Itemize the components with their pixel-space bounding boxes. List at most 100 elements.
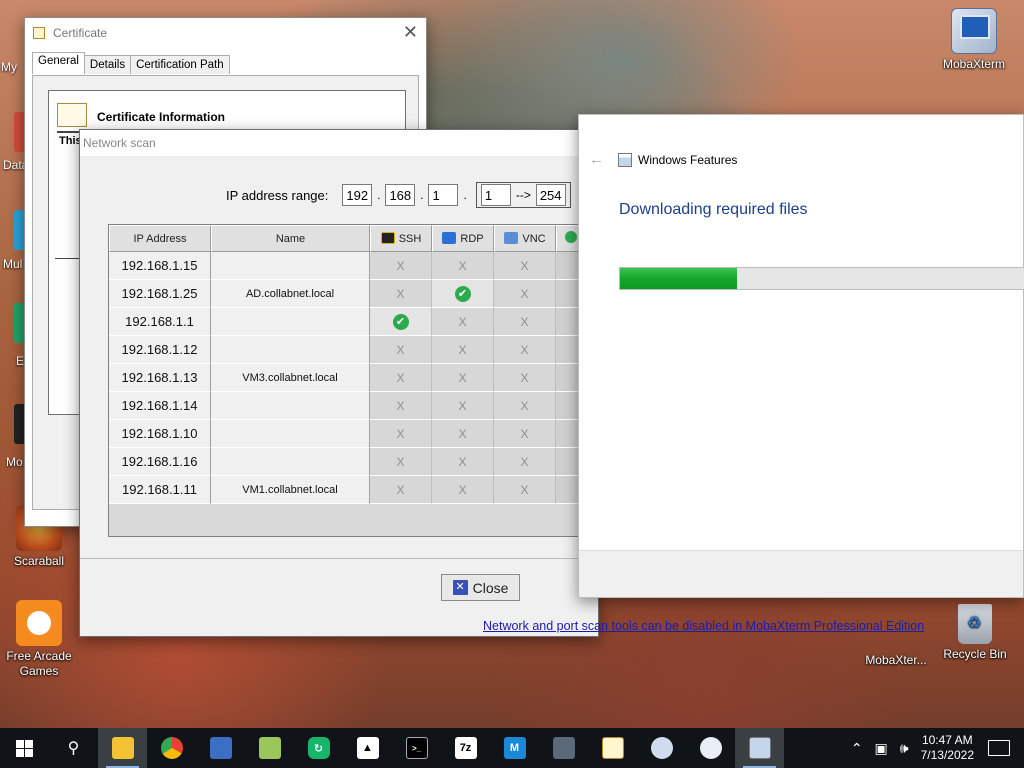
taskbar-terminal[interactable]: >_ bbox=[392, 728, 441, 768]
hostname-cell bbox=[211, 252, 370, 280]
taskbar-windows-features[interactable] bbox=[735, 728, 784, 768]
network-scan-titlebar[interactable]: Network scan bbox=[80, 130, 598, 156]
tab-details[interactable]: Details bbox=[83, 55, 132, 74]
hostname-cell bbox=[211, 392, 370, 420]
table-row[interactable]: 192.168.1.13 VM3.collabnet.local X X X bbox=[109, 364, 586, 392]
window-title: Certificate bbox=[53, 26, 108, 40]
taskbar-sync-app[interactable]: ↻ bbox=[294, 728, 343, 768]
scan-results-table: IP Address Name SSH RDP VNC 192.168.1.15… bbox=[108, 224, 608, 537]
ssh-status-cell: X bbox=[370, 420, 432, 448]
clock-date: 7/13/2022 bbox=[920, 748, 974, 762]
ip-range-start-input[interactable]: 1 bbox=[480, 184, 511, 206]
desktop-icon-recycle-bin[interactable]: ♻ Recycle Bin bbox=[937, 604, 1013, 662]
mobaxterm-icon bbox=[951, 8, 997, 54]
start-button[interactable] bbox=[0, 728, 49, 768]
ssh-status-cell: X bbox=[370, 252, 432, 280]
taskbar-7zip[interactable]: 7z bbox=[441, 728, 490, 768]
clock-time: 10:47 AM bbox=[921, 733, 973, 747]
ip-octet3-input[interactable]: 1 bbox=[428, 184, 459, 206]
column-header-ssh[interactable]: SSH bbox=[370, 225, 432, 252]
volume-icon[interactable]: 🕪 bbox=[900, 740, 909, 757]
start-icon bbox=[16, 739, 33, 757]
column-header-label: VNC bbox=[522, 233, 546, 245]
tab-general[interactable]: General bbox=[32, 52, 85, 74]
rdp-status-cell: X bbox=[432, 252, 494, 280]
rdp-status-cell: X bbox=[432, 336, 494, 364]
ssh-status-cell: X bbox=[370, 336, 432, 364]
network-scan-window: Network scan IP address range: 192 . 168… bbox=[79, 129, 924, 637]
desktop-icon-label: Free Arcade Games bbox=[6, 649, 72, 678]
close-button[interactable]: ✕ Close bbox=[441, 574, 520, 601]
table-row[interactable]: 192.168.1.25 AD.collabnet.local X ✔ X bbox=[109, 280, 586, 308]
paint-icon bbox=[650, 737, 673, 759]
ip-octet1-input[interactable]: 192 bbox=[342, 184, 373, 206]
table-row[interactable]: 192.168.1.15 X X X bbox=[109, 252, 586, 280]
windows-features-icon bbox=[618, 153, 632, 167]
taskbar-notepad[interactable] bbox=[245, 728, 294, 768]
taskbar-photos[interactable]: ▲ bbox=[343, 728, 392, 768]
desktop-icon-mobaxterm-bottom[interactable]: MobaXter... bbox=[858, 604, 934, 668]
ip-address-cell: 192.168.1.10 bbox=[109, 420, 211, 448]
ssh-status-cell: X bbox=[370, 448, 432, 476]
ip-address-cell: 192.168.1.12 bbox=[109, 336, 211, 364]
taskbar-certificate-app[interactable] bbox=[588, 728, 637, 768]
taskbar-mobaxterm[interactable]: M bbox=[490, 728, 539, 768]
ip-octet2-input[interactable]: 168 bbox=[385, 184, 416, 206]
table-row[interactable]: 192.168.1.1 ✔ X X bbox=[109, 308, 586, 336]
close-icon[interactable]: ✕ bbox=[403, 22, 418, 43]
rdp-status-cell: X bbox=[432, 448, 494, 476]
table-row[interactable]: 192.168.1.12 X X X bbox=[109, 336, 586, 364]
column-header-vnc[interactable]: VNC bbox=[494, 225, 556, 252]
hostname-cell: VM3.collabnet.local bbox=[211, 364, 370, 392]
tab-certification-path[interactable]: Certification Path bbox=[130, 55, 230, 74]
hostname-cell: VM1.collabnet.local bbox=[211, 476, 370, 504]
column-header-ip[interactable]: IP Address bbox=[109, 225, 211, 252]
network-icon[interactable]: ▣ bbox=[875, 740, 888, 757]
ssh-status-cell: X bbox=[370, 476, 432, 504]
hostname-cell bbox=[211, 448, 370, 476]
ssh-status-cell: X bbox=[370, 392, 432, 420]
rdp-status-cell: X bbox=[432, 364, 494, 392]
desktop-icon-free-arcade[interactable]: Free Arcade Games bbox=[1, 600, 77, 679]
table-row[interactable]: 192.168.1.16 X X X bbox=[109, 448, 586, 476]
back-arrow-icon[interactable]: ← bbox=[589, 151, 604, 168]
vnc-icon bbox=[504, 232, 519, 244]
chevron-up-icon[interactable]: ⌃ bbox=[851, 740, 863, 757]
ip-range-box: 1 --> 254 bbox=[475, 182, 571, 208]
taskbar-chrome[interactable] bbox=[147, 728, 196, 768]
windows-features-window: ← Windows Features Downloading required … bbox=[578, 114, 1024, 598]
taskbar-media-app[interactable] bbox=[539, 728, 588, 768]
rdp-status-cell: X bbox=[432, 308, 494, 336]
vnc-status-cell: X bbox=[494, 420, 556, 448]
desktop-partial-label: E bbox=[16, 354, 25, 368]
desktop-icon-mobaxterm-top[interactable]: MobaXterm bbox=[936, 8, 1012, 72]
recycle-bin-icon: ♻ bbox=[958, 604, 992, 644]
taskbar-network-app[interactable] bbox=[196, 728, 245, 768]
desktop-icon-label: MobaXterm bbox=[942, 57, 1006, 71]
desktop-icon-label: MobaXter... bbox=[865, 653, 927, 667]
certificate-app-icon bbox=[601, 737, 624, 759]
certificate-heading: Certificate Information bbox=[97, 110, 226, 124]
free-arcade-icon bbox=[16, 600, 62, 646]
close-icon: ✕ bbox=[452, 580, 468, 595]
taskbar-paint[interactable] bbox=[637, 728, 686, 768]
taskbar-paint-tool[interactable] bbox=[686, 728, 735, 768]
notification-icon[interactable] bbox=[988, 740, 1010, 756]
table-row[interactable]: 192.168.1.11 VM1.collabnet.local X X X bbox=[109, 476, 586, 504]
file-explorer-icon bbox=[111, 737, 134, 759]
table-row[interactable]: 192.168.1.14 X X X bbox=[109, 392, 586, 420]
ip-range-end-input[interactable]: 254 bbox=[535, 184, 566, 206]
pro-edition-link[interactable]: Network and port scan tools can be disab… bbox=[483, 619, 924, 633]
table-row[interactable]: 192.168.1.10 X X X bbox=[109, 420, 586, 448]
vnc-status-cell: X bbox=[494, 308, 556, 336]
column-header-name[interactable]: Name bbox=[211, 225, 370, 252]
certificate-titlebar[interactable]: Certificate bbox=[25, 18, 426, 48]
photos-icon: ▲ bbox=[356, 737, 379, 759]
range-arrow: --> bbox=[515, 188, 531, 202]
window-title: Windows Features bbox=[638, 153, 738, 167]
search-button[interactable]: ⚲ bbox=[49, 728, 98, 768]
column-header-rdp[interactable]: RDP bbox=[432, 225, 494, 252]
taskbar-file-explorer[interactable] bbox=[98, 728, 147, 768]
ip-address-cell: 192.168.1.15 bbox=[109, 252, 211, 280]
clock[interactable]: 10:47 AM 7/13/2022 bbox=[921, 733, 974, 763]
